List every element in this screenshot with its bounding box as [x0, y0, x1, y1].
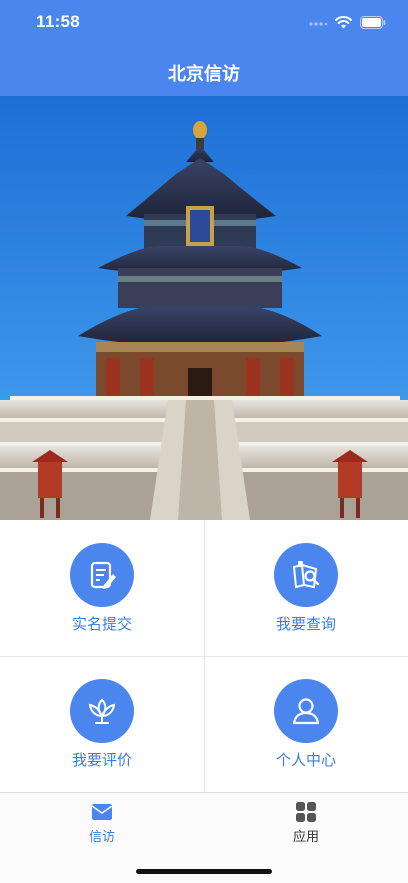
- status-icons: [309, 13, 386, 31]
- signal-icon: [309, 22, 327, 26]
- status-bar: 11:58: [0, 0, 408, 44]
- menu-label-evaluate: 我要评价: [71, 751, 132, 769]
- menu-item-query[interactable]: 我要查询: [204, 520, 408, 656]
- user-icon: [274, 679, 338, 743]
- edit-document-icon: [70, 543, 134, 607]
- page-title: 北京信访: [168, 64, 240, 85]
- menu-item-evaluate[interactable]: 我要评价: [0, 656, 204, 792]
- hero-image: [0, 96, 408, 520]
- search-folder-icon: [274, 543, 338, 607]
- menu-label-submit: 实名提交: [71, 615, 132, 633]
- menu-item-profile[interactable]: 个人中心: [204, 656, 408, 792]
- grid-icon: [296, 802, 316, 822]
- battery-icon: [360, 15, 386, 29]
- menu-label-profile: 个人中心: [275, 751, 336, 769]
- home-indicator: [136, 869, 272, 874]
- lotus-icon: [70, 679, 134, 743]
- grid-divider-horizontal: [0, 656, 408, 657]
- menu-item-submit[interactable]: 实名提交: [0, 520, 204, 656]
- tab-label-apps: 应用: [292, 830, 319, 845]
- app-header: 11:58 北京信访: [0, 0, 408, 96]
- status-time: 11:58: [36, 12, 81, 31]
- tab-apps[interactable]: 应用: [204, 793, 408, 853]
- envelope-icon: [91, 804, 113, 820]
- tab-label-petition: 信访: [88, 830, 115, 845]
- wifi-icon: [335, 15, 352, 28]
- tab-petition[interactable]: 信访: [0, 793, 204, 853]
- menu-label-query: 我要查询: [275, 615, 336, 633]
